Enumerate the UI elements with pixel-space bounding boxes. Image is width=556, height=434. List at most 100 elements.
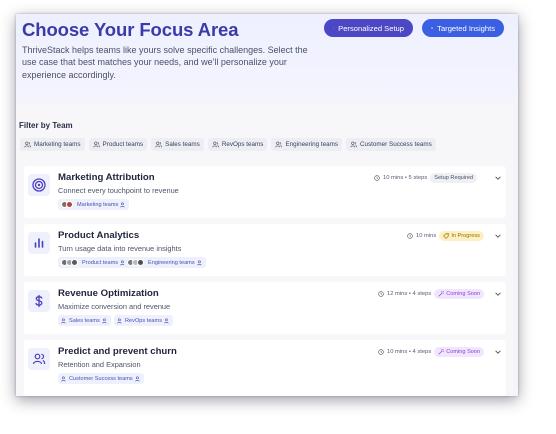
use-case-card-predict-churn[interactable]: Predict and prevent churn Retention and … xyxy=(24,340,506,396)
use-case-description: Maximize conversion and revenue xyxy=(58,302,171,311)
users-icon xyxy=(120,202,125,207)
use-case-team-tag[interactable]: Marketing teams xyxy=(58,199,130,210)
team-tag-label: Marketing teams xyxy=(77,201,119,208)
team-avatars xyxy=(61,259,78,266)
avatar xyxy=(71,259,78,266)
use-case-team-tag[interactable]: Product teams xyxy=(58,257,130,268)
use-case-description: Retention and Expansion xyxy=(58,360,141,369)
team-tag-label: Customer Success teams xyxy=(69,375,133,382)
status-badge: Coming Soon xyxy=(434,289,485,299)
use-case-meta: 10 mins • 5 steps Setup Required xyxy=(374,173,478,183)
users-icon xyxy=(24,141,31,148)
use-case-team-tag[interactable]: Customer Success teams xyxy=(58,373,144,384)
users-icon xyxy=(135,376,140,381)
use-case-icon-box xyxy=(28,174,50,196)
app-window: Choose Your Focus Area ThriveStack helps… xyxy=(16,14,518,396)
filter-chip-label: Sales teams xyxy=(165,141,200,148)
use-case-team-tag[interactable]: Sales teams xyxy=(58,315,111,326)
use-case-icon-box xyxy=(28,290,50,312)
chevron-down-icon[interactable] xyxy=(494,290,502,298)
users-icon xyxy=(61,318,66,323)
filter-chip-label: RevOps teams xyxy=(221,141,264,148)
dollar-icon xyxy=(35,294,43,308)
use-case-description: Turn usage data into revenue insights xyxy=(58,244,182,253)
wand-icon xyxy=(438,291,445,297)
team-tag-label: Sales teams xyxy=(69,317,100,324)
status-badge: Coming Soon xyxy=(434,347,485,357)
filter-chip-product[interactable]: Product teams xyxy=(88,138,148,151)
targeted-insights-label: Targeted Insights xyxy=(437,23,495,33)
personalized-setup-button[interactable]: Personalized Setup xyxy=(324,19,413,37)
chevron-down-icon[interactable] xyxy=(494,348,502,356)
filter-chip-revops[interactable]: RevOps teams xyxy=(207,138,268,151)
hero-header: Choose Your Focus Area ThriveStack helps… xyxy=(16,14,518,96)
users-icon xyxy=(155,141,163,148)
status-badge: In Progress xyxy=(439,231,484,241)
clock-icon xyxy=(407,233,413,239)
team-filter-chips: Marketing teams Product teams Sales team… xyxy=(20,138,436,151)
filter-chip-label: Product teams xyxy=(102,141,144,148)
clock-icon xyxy=(378,291,384,297)
status-label: In Progress xyxy=(451,233,480,239)
use-case-time: 10 mins xyxy=(416,233,437,239)
users-icon xyxy=(196,260,202,265)
filter-chip-customer-success[interactable]: Customer Success teams xyxy=(345,138,436,151)
tag-icon xyxy=(443,233,450,239)
users-icon xyxy=(350,141,357,148)
use-case-title: Revenue Optimization xyxy=(58,288,159,299)
use-case-title: Marketing Attribution xyxy=(58,172,155,183)
users-icon xyxy=(212,141,219,148)
use-case-icon-box xyxy=(28,348,50,370)
team-avatars xyxy=(127,259,144,266)
users-icon xyxy=(164,318,169,323)
wand-icon xyxy=(333,27,335,29)
team-tag-label: Engineering teams xyxy=(148,259,195,266)
team-tag-label: RevOps teams xyxy=(125,317,162,324)
filter-chip-marketing[interactable]: Marketing teams xyxy=(20,138,85,151)
use-case-team-tag[interactable]: Engineering teams xyxy=(124,257,206,268)
use-case-card-product-analytics[interactable]: Product Analytics Turn usage data into r… xyxy=(24,224,506,276)
use-case-title: Product Analytics xyxy=(58,230,140,241)
filter-chip-label: Marketing teams xyxy=(34,141,81,148)
bar-chart-icon xyxy=(34,238,44,248)
use-case-icon-box xyxy=(28,232,50,254)
filter-chip-engineering[interactable]: Engineering teams xyxy=(271,138,342,151)
status-label: Coming Soon xyxy=(446,349,481,355)
filter-title: Filter by Team xyxy=(19,121,73,130)
use-case-team-tag[interactable]: RevOps teams xyxy=(114,315,173,326)
page-subtitle: ThriveStack helps teams like yours solve… xyxy=(22,45,308,80)
users-icon xyxy=(275,141,283,148)
avatar xyxy=(137,259,144,266)
filter-chip-label: Customer Success teams xyxy=(359,141,432,148)
use-case-meta: 12 mins • 4 steps Coming Soon xyxy=(378,289,485,299)
use-case-time: 12 mins • 4 steps xyxy=(387,291,432,297)
team-tag-label: Product teams xyxy=(82,259,119,266)
users-icon xyxy=(32,353,46,365)
chevron-down-icon[interactable] xyxy=(494,232,502,240)
users-icon xyxy=(117,318,122,323)
use-case-time: 10 mins • 4 steps xyxy=(387,349,432,355)
users-icon xyxy=(92,141,100,148)
users-icon xyxy=(61,376,66,381)
status-badge: Setup Required xyxy=(430,173,478,183)
use-case-card-revenue-optimization[interactable]: Revenue Optimization Maximize conversion… xyxy=(24,282,506,334)
use-case-title: Predict and prevent churn xyxy=(58,346,177,357)
page-title: Choose Your Focus Area xyxy=(22,19,239,40)
target-icon xyxy=(32,178,46,192)
users-icon xyxy=(102,318,107,323)
chevron-down-icon[interactable] xyxy=(494,174,502,182)
personalized-setup-label: Personalized Setup xyxy=(338,23,404,33)
filter-chip-sales[interactable]: Sales teams xyxy=(151,138,204,151)
targeted-insights-button[interactable]: Targeted Insights xyxy=(422,19,504,37)
clock-icon xyxy=(374,175,380,181)
use-case-time: 10 mins • 5 steps xyxy=(383,175,428,181)
use-case-description: Connect every touchpoint to revenue xyxy=(58,186,179,195)
clock-icon xyxy=(378,349,384,355)
use-case-meta: 10 mins • 4 steps Coming Soon xyxy=(378,347,485,357)
use-case-card-marketing-attribution[interactable]: Marketing Attribution Connect every touc… xyxy=(24,166,506,218)
status-label: Setup Required xyxy=(434,175,474,181)
avatar xyxy=(66,201,73,208)
target-icon xyxy=(431,27,434,29)
use-case-meta: 10 mins In Progress xyxy=(407,231,484,241)
status-label: Coming Soon xyxy=(446,291,481,297)
